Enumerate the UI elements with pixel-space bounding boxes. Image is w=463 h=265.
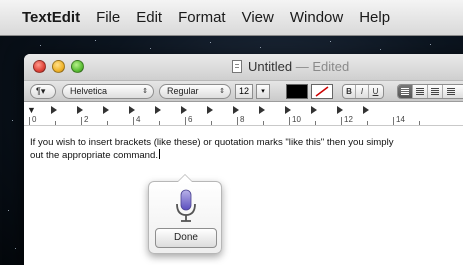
ruler-label: 12	[344, 115, 353, 124]
align-right-icon	[446, 88, 455, 95]
align-center-button[interactable]	[413, 85, 428, 98]
tab-stop-icon[interactable]	[207, 106, 213, 114]
menu-format[interactable]: Format	[178, 9, 226, 26]
menu-view[interactable]: View	[242, 9, 274, 26]
ruler-tick	[393, 117, 394, 125]
text-color-well[interactable]	[286, 84, 308, 99]
font-family-popup[interactable]: Helvetica ⇕	[62, 84, 154, 99]
ruler-tick	[185, 117, 186, 125]
tab-stop-icon[interactable]	[103, 106, 109, 114]
tab-stop-icon[interactable]	[233, 106, 239, 114]
alignment-segmented	[397, 84, 463, 99]
bold-button[interactable]: B	[343, 85, 356, 98]
ruler-tick	[263, 121, 264, 125]
popup-arrows-icon: ⇕	[219, 88, 225, 95]
minimize-button[interactable]	[52, 60, 65, 73]
menu-edit[interactable]: Edit	[136, 9, 162, 26]
tab-stop-icon[interactable]	[311, 106, 317, 114]
align-center-icon	[416, 88, 424, 95]
menu-app-textedit[interactable]: TextEdit	[22, 9, 80, 26]
title-bar[interactable]: Untitled — Edited	[24, 54, 463, 80]
ruler-label: 2	[84, 115, 89, 124]
document-line-1: If you wish to insert brackets (like the…	[30, 137, 394, 148]
underline-button[interactable]: U	[369, 85, 382, 98]
microphone-icon	[176, 189, 196, 222]
zoom-button[interactable]	[71, 60, 84, 73]
ruler-tick	[367, 121, 368, 125]
popup-arrows-icon: ⇕	[142, 88, 148, 95]
ruler-tick	[237, 117, 238, 125]
format-toolbar: ¶▾ Helvetica ⇕ Regular ⇕ 12 ▾ B I U	[24, 80, 463, 102]
ruler-tick	[159, 121, 160, 125]
dictation-popover: Done	[148, 174, 222, 254]
menu-help[interactable]: Help	[359, 9, 390, 26]
font-style-value: Regular	[167, 86, 199, 96]
ruler-tick	[133, 117, 134, 125]
indent-marker-icon[interactable]: ▼	[27, 105, 36, 115]
align-justify-icon	[431, 88, 439, 95]
ruler-tick	[315, 121, 316, 125]
window-title: Untitled — Edited	[248, 59, 349, 74]
ruler-tick	[289, 117, 290, 125]
ruler-tick	[81, 117, 82, 125]
align-left-icon	[401, 88, 409, 95]
font-size-field[interactable]: 12	[235, 84, 253, 99]
tab-stop-icon[interactable]	[285, 106, 291, 114]
menu-window[interactable]: Window	[290, 9, 343, 26]
ruler-tick	[419, 121, 420, 125]
ruler-tick	[107, 121, 108, 125]
close-button[interactable]	[33, 60, 46, 73]
ruler-tick	[341, 117, 342, 125]
tab-stop-icon[interactable]	[259, 106, 265, 114]
font-size-dropdown[interactable]: ▾	[256, 84, 270, 99]
tab-stop-icon[interactable]	[155, 106, 161, 114]
ruler[interactable]: ▼ 0 2 4 6 8 10 12 14	[24, 102, 463, 126]
window-title-status: — Edited	[295, 59, 350, 74]
ruler-label: 6	[188, 115, 193, 124]
document-line-2-text: out the appropriate command.	[30, 150, 158, 161]
text-caret	[159, 149, 160, 159]
ruler-tick	[211, 121, 212, 125]
tab-stop-icon[interactable]	[77, 106, 83, 114]
background-color-well[interactable]	[311, 84, 333, 99]
tab-stop-icon[interactable]	[51, 106, 57, 114]
menu-file[interactable]: File	[96, 9, 120, 26]
document-text-area[interactable]: If you wish to insert brackets (like the…	[30, 137, 463, 162]
no-color-slash-icon	[315, 86, 329, 97]
window-title-name: Untitled	[248, 59, 293, 74]
align-justify-button[interactable]	[428, 85, 443, 98]
font-family-value: Helvetica	[70, 86, 108, 96]
align-right-button[interactable]	[443, 85, 458, 98]
tab-stop-icon[interactable]	[363, 106, 369, 114]
ruler-label: 8	[240, 115, 245, 124]
paragraph-style-popup[interactable]: ¶▾	[30, 84, 56, 99]
font-style-popup[interactable]: Regular ⇕	[159, 84, 231, 99]
italic-button[interactable]: I	[356, 85, 369, 98]
ruler-label: 10	[292, 115, 301, 124]
align-left-button[interactable]	[398, 85, 413, 98]
tab-stop-icon[interactable]	[181, 106, 187, 114]
ruler-label: 0	[32, 115, 37, 124]
done-button[interactable]: Done	[155, 228, 217, 248]
text-style-segmented: B I U	[342, 84, 384, 99]
document-proxy-icon[interactable]	[232, 60, 242, 73]
ruler-label: 14	[396, 115, 405, 124]
ruler-tick	[29, 117, 30, 125]
document-line-2: out the appropriate command.	[30, 149, 463, 162]
tab-stop-icon[interactable]	[129, 106, 135, 114]
menu-bar: TextEdit File Edit Format View Window He…	[0, 0, 463, 36]
tab-stop-icon[interactable]	[337, 106, 343, 114]
ruler-label: 4	[136, 115, 141, 124]
ruler-tick	[55, 121, 56, 125]
